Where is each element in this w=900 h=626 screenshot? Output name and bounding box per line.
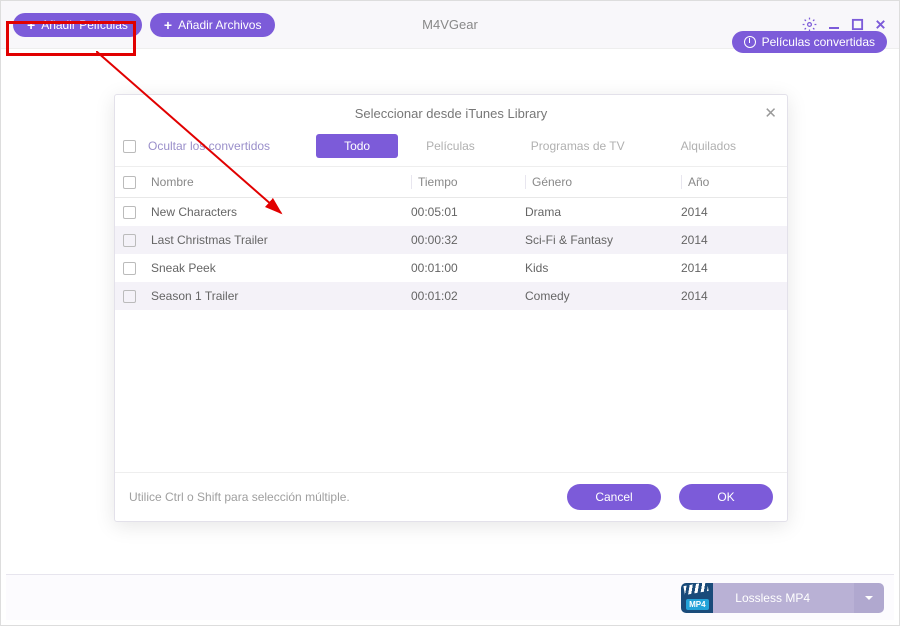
cell-name: Last Christmas Trailer (151, 233, 411, 247)
settings-icon[interactable] (802, 17, 817, 32)
cell-time: 00:01:00 (411, 261, 525, 275)
format-dropdown-button[interactable] (854, 583, 884, 613)
dialog-title-bar: Seleccionar desde iTunes Library ✕ (115, 95, 787, 130)
table-body: New Characters 00:05:01 Drama 2014 Last … (115, 198, 787, 472)
bottom-bar: MP4 Lossless MP4 (6, 574, 894, 620)
cell-time: 00:05:01 (411, 205, 525, 219)
itunes-library-dialog: Seleccionar desde iTunes Library ✕ Ocult… (114, 94, 788, 522)
table-row[interactable]: Sneak Peek 00:01:00 Kids 2014 (115, 254, 787, 282)
filter-row: Ocultar los convertidos Todo Películas P… (115, 130, 787, 167)
cell-name: New Characters (151, 205, 411, 219)
output-format-selector[interactable]: MP4 Lossless MP4 (681, 583, 884, 613)
tab-rented[interactable]: Alquilados (653, 134, 764, 158)
cell-year: 2014 (681, 205, 771, 219)
category-tabs: Todo Películas Programas de TV Alquilado… (316, 134, 764, 158)
col-header-time[interactable]: Tiempo (411, 175, 525, 189)
annotation-highlight (6, 21, 136, 56)
tab-movies[interactable]: Películas (398, 134, 503, 158)
format-label: Lossless MP4 (713, 583, 854, 613)
minimize-icon[interactable] (827, 18, 841, 32)
plus-icon: + (164, 18, 172, 32)
dialog-title: Seleccionar desde iTunes Library (355, 106, 547, 121)
mp4-icon: MP4 (681, 583, 713, 613)
converted-movies-label: Películas convertidas (762, 35, 875, 49)
ok-button[interactable]: OK (679, 484, 773, 510)
cell-time: 00:01:02 (411, 289, 525, 303)
col-header-genre[interactable]: Género (525, 175, 681, 189)
maximize-icon[interactable] (851, 18, 864, 31)
table-row[interactable]: New Characters 00:05:01 Drama 2014 (115, 198, 787, 226)
clock-icon (744, 36, 756, 48)
hide-converted-label: Ocultar los convertidos (148, 139, 270, 153)
cell-time: 00:00:32 (411, 233, 525, 247)
cell-year: 2014 (681, 289, 771, 303)
selection-hint: Utilice Ctrl o Shift para selección múlt… (129, 490, 350, 504)
cancel-button[interactable]: Cancel (567, 484, 661, 510)
table-row[interactable]: Last Christmas Trailer 00:00:32 Sci-Fi &… (115, 226, 787, 254)
tab-tv[interactable]: Programas de TV (503, 134, 653, 158)
row-checkbox[interactable] (123, 290, 136, 303)
row-checkbox[interactable] (123, 262, 136, 275)
cell-genre: Sci-Fi & Fantasy (525, 233, 681, 247)
select-all-checkbox[interactable] (123, 176, 136, 189)
add-files-label: Añadir Archivos (178, 18, 261, 32)
cell-name: Sneak Peek (151, 261, 411, 275)
row-checkbox[interactable] (123, 234, 136, 247)
table-row[interactable]: Season 1 Trailer 00:01:02 Comedy 2014 (115, 282, 787, 310)
cell-genre: Kids (525, 261, 681, 275)
tab-all[interactable]: Todo (316, 134, 398, 158)
cell-genre: Comedy (525, 289, 681, 303)
dialog-close-icon[interactable]: ✕ (764, 104, 777, 122)
mp4-badge: MP4 (686, 599, 708, 610)
converted-movies-button[interactable]: Películas convertidas (732, 31, 887, 53)
app-title: M4VGear (422, 17, 478, 32)
hide-converted-checkbox[interactable] (123, 140, 136, 153)
col-header-name[interactable]: Nombre (151, 175, 411, 189)
add-files-button[interactable]: + Añadir Archivos (150, 13, 276, 37)
cell-year: 2014 (681, 261, 771, 275)
window-controls (802, 17, 887, 32)
close-icon[interactable] (874, 18, 887, 31)
cell-year: 2014 (681, 233, 771, 247)
col-header-year[interactable]: Año (681, 175, 771, 189)
table-header: Nombre Tiempo Género Año (115, 167, 787, 198)
dialog-footer: Utilice Ctrl o Shift para selección múlt… (115, 472, 787, 521)
cell-genre: Drama (525, 205, 681, 219)
row-checkbox[interactable] (123, 206, 136, 219)
cell-name: Season 1 Trailer (151, 289, 411, 303)
